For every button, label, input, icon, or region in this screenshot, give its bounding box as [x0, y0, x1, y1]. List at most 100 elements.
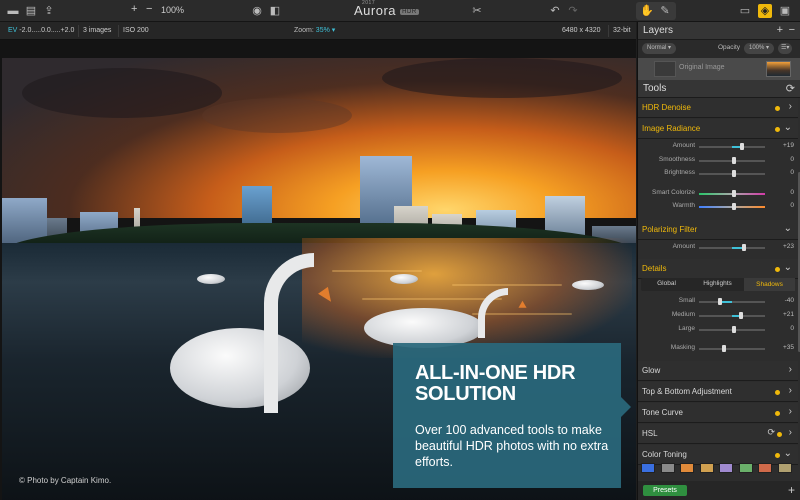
slider-small[interactable]: Small -40: [638, 295, 798, 308]
slider-amount[interactable]: Amount +19: [638, 140, 798, 153]
chevron-right-icon[interactable]: ›: [789, 364, 792, 375]
layer-name[interactable]: Original Image: [679, 64, 725, 71]
opacity-select[interactable]: 100% ▾: [744, 43, 775, 54]
zoom-control[interactable]: Zoom: 35% ▾: [294, 26, 335, 34]
active-dot-icon[interactable]: [775, 127, 780, 132]
remove-layer-button[interactable]: −: [789, 24, 795, 36]
batch-icon[interactable]: ▤: [24, 4, 38, 18]
section-title: Polarizing Filter: [642, 225, 698, 234]
slider-large[interactable]: Large 0: [638, 323, 798, 336]
ev-bracket[interactable]: EV -2.0.....0.0.....+2.0: [4, 25, 78, 37]
histogram-icon[interactable]: ▭: [738, 4, 752, 18]
swan-small: [572, 280, 604, 290]
section-image-radiance[interactable]: Image Radiance ⌄: [638, 119, 798, 139]
slider-knob[interactable]: [718, 298, 722, 305]
section-color-toning[interactable]: Color Toning ⌄: [638, 445, 798, 465]
zoom-value[interactable]: 35% ▾: [316, 27, 335, 34]
chevron-down-icon[interactable]: ⌄: [784, 223, 792, 234]
layers-icon[interactable]: ◈: [758, 4, 772, 18]
zoom-level[interactable]: 100%: [161, 5, 184, 15]
slider-smart-colorize[interactable]: Smart Colorize 0: [638, 187, 798, 200]
section-glow[interactable]: Glow ›: [638, 361, 798, 381]
color-swatch[interactable]: [719, 463, 733, 473]
reset-icon[interactable]: ⟳: [767, 427, 775, 438]
active-dot-icon[interactable]: [775, 411, 780, 416]
layer-menu-icon[interactable]: ☰▾: [778, 43, 793, 54]
slider-knob[interactable]: [732, 170, 736, 177]
slider-knob[interactable]: [732, 203, 736, 210]
hand-icon[interactable]: ✋: [640, 4, 654, 18]
slider-medium[interactable]: Medium +21: [638, 309, 798, 322]
color-swatch[interactable]: [777, 463, 792, 473]
layer-controls: Normal ▾ Opacity 100% ▾ ☰▾: [638, 40, 800, 58]
slider-knob[interactable]: [740, 143, 744, 150]
slider-knob[interactable]: [739, 312, 743, 319]
presets-bar: Presets +: [638, 481, 800, 500]
open-folder-icon[interactable]: ▬: [6, 4, 20, 18]
tab-shadows[interactable]: Shadows: [744, 278, 795, 291]
section-polarizing-filter[interactable]: Polarizing Filter ⌄: [638, 220, 798, 240]
slider-warmth[interactable]: Warmth 0: [638, 200, 798, 213]
opacity-label: Opacity: [718, 44, 741, 51]
redo-icon[interactable]: ↷: [566, 4, 580, 18]
active-dot-icon[interactable]: [775, 390, 780, 395]
crop-icon[interactable]: ✂: [470, 4, 484, 18]
slider-knob[interactable]: [742, 244, 746, 251]
section-details[interactable]: Details ⌄: [638, 259, 798, 279]
promo-banner: ALL-IN-ONE HDR SOLUTION Over 100 advance…: [393, 343, 621, 488]
layer-thumbnail[interactable]: [766, 61, 791, 77]
reset-tools-icon[interactable]: ⟳: [786, 82, 795, 95]
eye-icon[interactable]: ◉: [250, 4, 264, 18]
chevron-right-icon[interactable]: ›: [789, 427, 792, 438]
slider-knob[interactable]: [732, 157, 736, 164]
image-info-bar: EV -2.0.....0.0.....+2.0 3 images ISO 20…: [0, 22, 636, 40]
color-swatch[interactable]: [758, 463, 772, 473]
active-dot-icon[interactable]: [775, 267, 780, 272]
color-swatch[interactable]: [660, 463, 675, 473]
image-icon[interactable]: ▣: [778, 4, 792, 18]
add-layer-button[interactable]: +: [777, 24, 783, 36]
chevron-right-icon[interactable]: ›: [789, 385, 792, 396]
layer-item[interactable]: Original Image: [638, 58, 800, 80]
slider-label: Masking: [670, 344, 695, 351]
promo-headline: ALL-IN-ONE HDR SOLUTION: [415, 362, 576, 405]
chevron-right-icon[interactable]: ›: [789, 101, 792, 112]
zoom-out-button[interactable]: −: [146, 3, 152, 15]
color-swatch[interactable]: [699, 463, 714, 473]
compare-icon[interactable]: ◧: [268, 4, 282, 18]
layer-mask-thumbnail[interactable]: [654, 61, 676, 77]
color-swatch[interactable]: [680, 463, 694, 473]
tab-global[interactable]: Global: [641, 280, 692, 287]
slider-masking[interactable]: Masking +35: [638, 342, 798, 355]
section-tone-curve[interactable]: Tone Curve ›: [638, 403, 798, 423]
section-hsl[interactable]: HSL ⟳ ›: [638, 424, 798, 444]
slider-smoothness[interactable]: Smoothness 0: [638, 154, 798, 167]
chevron-down-icon[interactable]: ⌄: [784, 122, 792, 133]
slider-knob[interactable]: [722, 345, 726, 352]
slider-knob[interactable]: [732, 326, 736, 333]
chevron-right-icon[interactable]: ›: [789, 406, 792, 417]
image-dimensions: 6480 x 4320: [562, 27, 601, 34]
slider-knob[interactable]: [732, 190, 736, 197]
chevron-down-icon[interactable]: ⌄: [784, 448, 792, 459]
undo-icon[interactable]: ↶: [548, 4, 562, 18]
presets-button[interactable]: Presets: [643, 485, 687, 496]
add-preset-button[interactable]: +: [788, 483, 795, 497]
slider-polarizing-amount[interactable]: Amount +23: [638, 241, 798, 254]
tab-highlights[interactable]: Highlights: [692, 280, 743, 287]
active-dot-icon[interactable]: [777, 432, 782, 437]
blend-mode-select[interactable]: Normal ▾: [642, 43, 677, 54]
brush-icon[interactable]: ✎: [658, 4, 672, 18]
section-title: HDR Denoise: [642, 103, 691, 112]
slider-brightness[interactable]: Brightness 0: [638, 167, 798, 180]
export-icon[interactable]: ⇪: [42, 4, 56, 18]
zoom-in-button[interactable]: +: [131, 3, 137, 15]
chevron-down-icon[interactable]: ⌄: [784, 262, 792, 273]
active-dot-icon[interactable]: [775, 106, 780, 111]
section-hdr-denoise[interactable]: HDR Denoise ›: [638, 98, 798, 118]
active-dot-icon[interactable]: [775, 453, 780, 458]
color-swatch[interactable]: [641, 463, 655, 473]
section-top-bottom[interactable]: Top & Bottom Adjustment ›: [638, 382, 798, 402]
color-swatch[interactable]: [738, 463, 753, 473]
iso-value: ISO 200: [118, 25, 153, 37]
